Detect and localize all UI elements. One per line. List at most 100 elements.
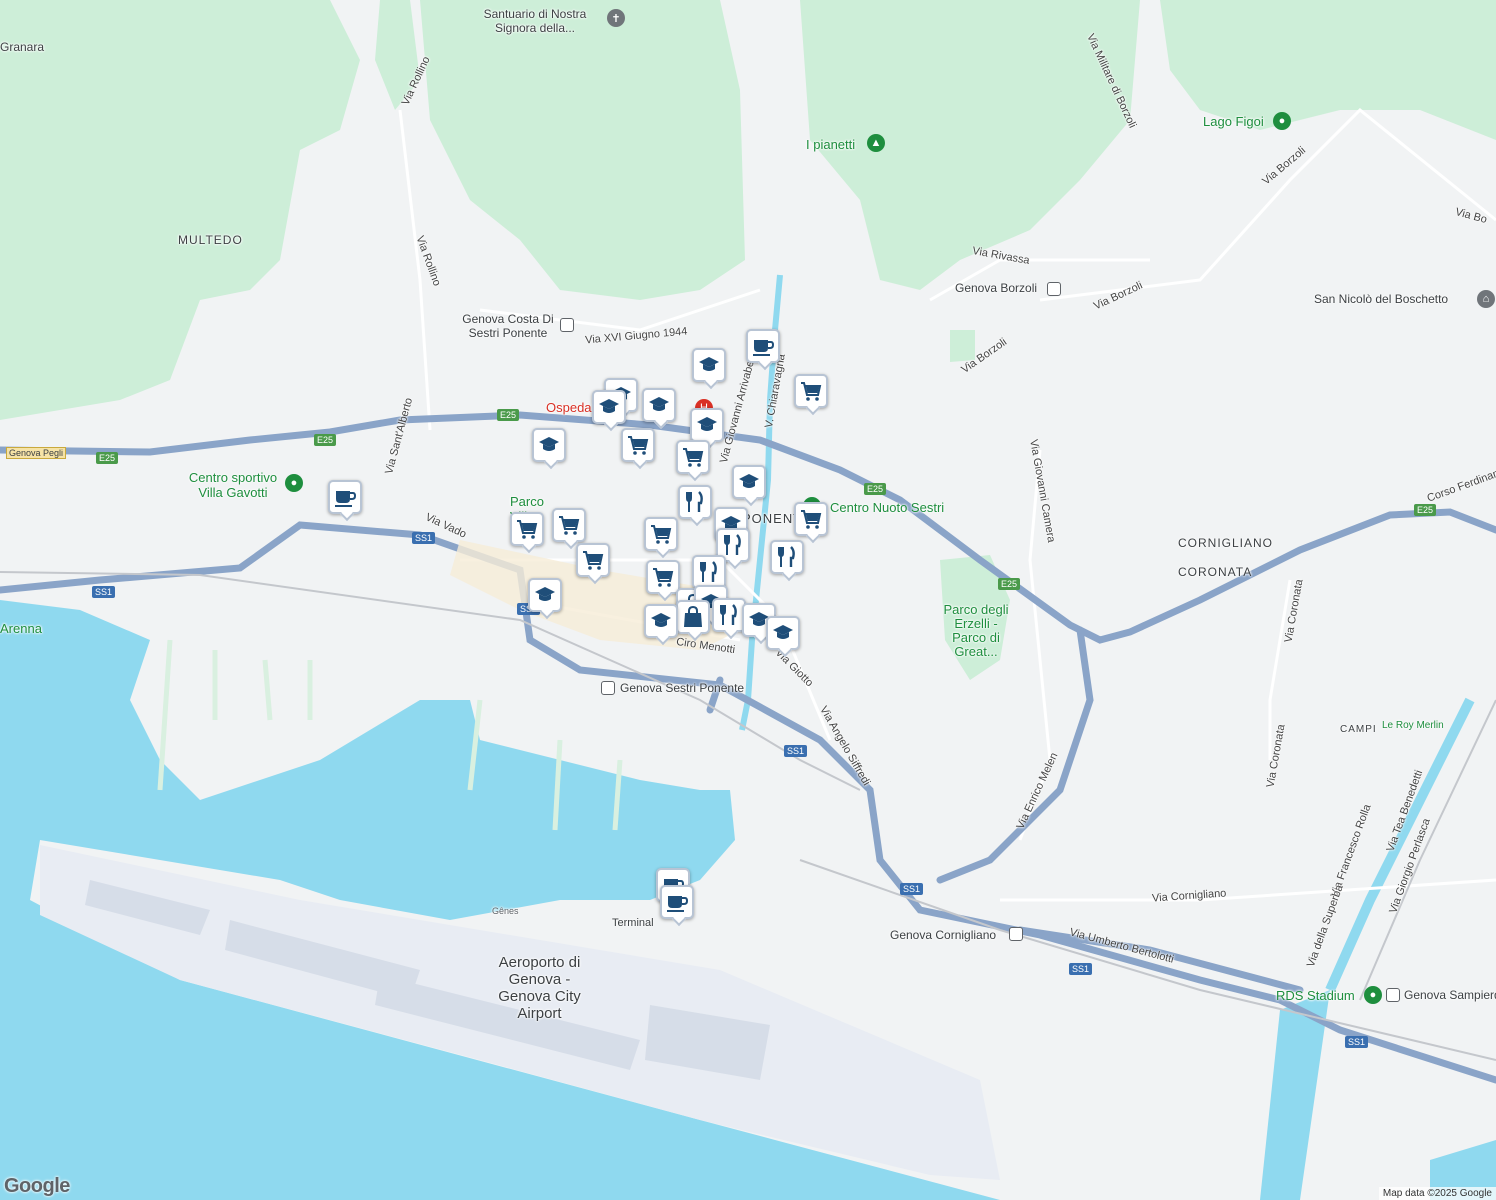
map-marker-school[interactable] — [692, 348, 726, 382]
place-terminal: Terminal — [612, 917, 654, 929]
church-icon: ✝ — [607, 9, 625, 27]
route-shield: SS1 — [784, 745, 808, 757]
route-shield: SS1 — [92, 586, 116, 598]
park-icon: ● — [285, 474, 303, 492]
cafe-icon — [665, 890, 689, 914]
shopping-cart-icon — [799, 379, 823, 403]
map-marker-cafe[interactable] — [660, 885, 694, 919]
map-marker-school[interactable] — [766, 616, 800, 650]
restaurant-icon — [717, 603, 741, 627]
school-icon — [537, 433, 561, 457]
train-station-icon — [1047, 282, 1061, 296]
area-label-campi: CAMPI — [1340, 724, 1377, 735]
shopping-cart-icon — [649, 522, 673, 546]
tree-icon: ▲ — [867, 134, 885, 152]
route-shield: SS1 — [900, 883, 924, 895]
shopping-cart-icon — [557, 513, 581, 537]
map-marker-restaurant[interactable] — [712, 598, 746, 632]
place-pegli: Genova Pegli — [6, 447, 67, 459]
route-shield: SS1 — [412, 532, 436, 544]
map-marker-shopping-cart[interactable] — [644, 517, 678, 551]
map-marker-cafe[interactable] — [328, 480, 362, 514]
place-rds-stadium: RDS Stadium — [1276, 988, 1355, 1003]
map-marker-school[interactable] — [528, 578, 562, 612]
shopping-bag-icon — [681, 605, 705, 629]
map-marker-cafe[interactable] — [746, 329, 780, 363]
area-label-cornigliano: CORNIGLIANO — [1178, 536, 1274, 550]
map-marker-shopping-cart[interactable] — [646, 560, 680, 594]
place-cornigliano-station: Genova Cornigliano — [890, 928, 997, 942]
map-marker-shopping-cart[interactable] — [676, 440, 710, 474]
restaurant-icon — [697, 560, 721, 584]
train-station-icon — [601, 681, 615, 695]
map-marker-shopping-cart[interactable] — [794, 502, 828, 536]
place-sestri-station: Genova Sestri Ponente — [620, 681, 745, 695]
map-marker-school[interactable] — [644, 604, 678, 638]
train-station-icon — [1386, 988, 1400, 1002]
area-label-coronata: CORONATA — [1178, 565, 1253, 579]
place-borzoli-station: Genova Borzoli — [955, 281, 1038, 295]
train-station-icon — [560, 318, 574, 332]
restaurant-icon — [683, 490, 707, 514]
map-marker-shopping-cart[interactable] — [552, 508, 586, 542]
cafe-icon — [751, 334, 775, 358]
route-shield: E25 — [497, 409, 520, 421]
route-shield: E25 — [998, 578, 1021, 590]
school-icon — [695, 413, 719, 437]
map-marker-shopping-cart[interactable] — [576, 543, 610, 577]
place-le-roy: Le Roy Merlin — [1382, 720, 1444, 731]
school-icon — [533, 583, 557, 607]
place-centro-nuoto: Centro Nuoto Sestri — [830, 500, 945, 515]
route-shield: E25 — [864, 483, 887, 495]
shopping-cart-icon — [626, 433, 650, 457]
map-marker-shopping-bag[interactable] — [676, 600, 710, 634]
shopping-cart-icon — [799, 507, 823, 531]
park-icon: ● — [1273, 112, 1291, 130]
museum-icon: ⌂ — [1477, 290, 1495, 308]
area-label-multedo: MULTEDO — [178, 233, 243, 247]
shopping-cart-icon — [681, 445, 705, 469]
place-lago: Lago Figoi — [1203, 114, 1264, 129]
restaurant-icon — [721, 533, 745, 557]
school-icon — [647, 393, 671, 417]
map-marker-shopping-cart[interactable] — [510, 512, 544, 546]
map-marker-restaurant[interactable] — [678, 485, 712, 519]
shopping-cart-icon — [581, 548, 605, 572]
shopping-cart-icon — [515, 517, 539, 541]
map-marker-restaurant[interactable] — [692, 555, 726, 589]
route-shield: E25 — [96, 452, 119, 464]
shopping-cart-icon — [651, 565, 675, 589]
place-pianetti: I pianetti — [806, 137, 856, 152]
place-costa: Genova Costa Di Sestri Ponente — [462, 312, 554, 340]
place-sampierdarena: Genova Sampierdarena — [1404, 988, 1496, 1002]
school-icon — [771, 621, 795, 645]
place-centro-sportivo: Centro sportivo Villa Gavotti — [188, 470, 278, 500]
train-station-icon — [1009, 927, 1023, 941]
route-shield: E25 — [1414, 504, 1437, 516]
place-granara: Granara — [0, 40, 45, 54]
place-santuario: Santuario di Nostra Signora della... — [483, 7, 587, 35]
map-marker-school[interactable] — [642, 388, 676, 422]
place-arenna: Arenna — [0, 621, 42, 636]
route-shield: SS1 — [1345, 1036, 1369, 1048]
restaurant-icon — [775, 545, 799, 569]
school-icon — [597, 395, 621, 419]
map-marker-school[interactable] — [732, 465, 766, 499]
attribution[interactable]: Map data ©2025 Google — [1378, 1187, 1496, 1200]
place-parco-erzelli: Parco degli Erzelli - Parco di Great... — [943, 602, 1009, 659]
map-marker-school[interactable] — [592, 390, 626, 424]
map-marker-restaurant[interactable] — [770, 540, 804, 574]
school-icon — [737, 470, 761, 494]
place-genes: Gênes — [492, 906, 519, 916]
map-marker-school[interactable] — [532, 428, 566, 462]
school-icon — [649, 609, 673, 633]
route-shield: SS1 — [1069, 963, 1093, 975]
map-marker-shopping-cart[interactable] — [794, 374, 828, 408]
cafe-icon — [333, 485, 357, 509]
google-logo: Google — [4, 1175, 70, 1197]
route-shield: E25 — [314, 434, 337, 446]
map-marker-shopping-cart[interactable] — [621, 428, 655, 462]
place-airport: Aeroporto di Genova - Genova City Airpor… — [498, 954, 581, 1022]
stadium-icon: ● — [1364, 986, 1382, 1004]
map-marker-school[interactable] — [690, 408, 724, 442]
